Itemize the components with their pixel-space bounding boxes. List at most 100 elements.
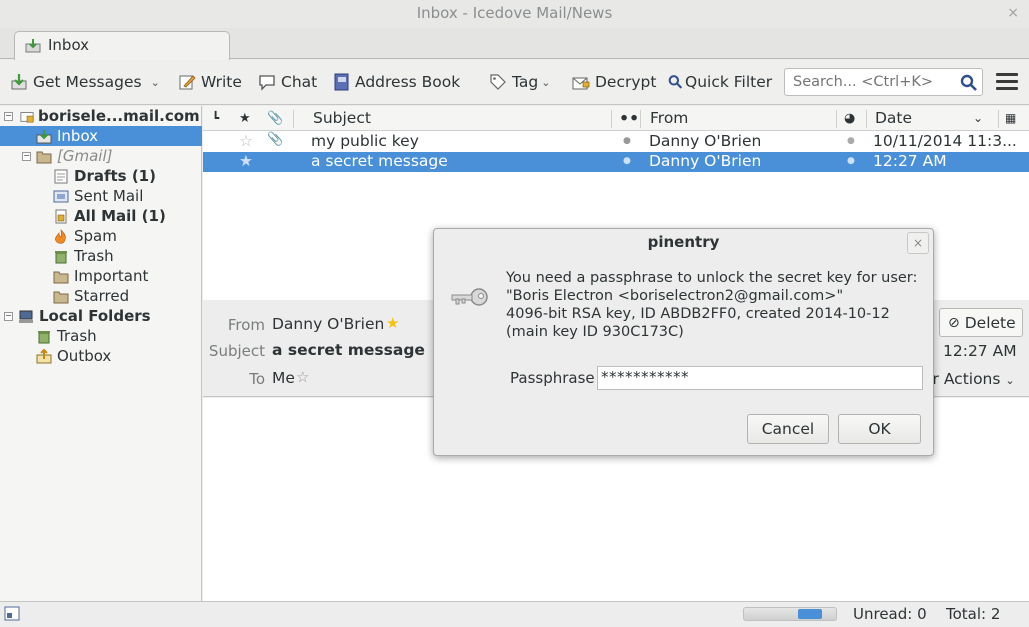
passphrase-value: *********** (601, 368, 689, 386)
no-entry-icon: ⊘ (948, 314, 960, 331)
folder-trash[interactable]: Trash (53, 246, 114, 266)
junk-column-icon[interactable]: ◕ (844, 111, 855, 126)
decrypt-button[interactable]: Decrypt (572, 71, 656, 93)
contact-star-icon[interactable]: ☆ (296, 368, 309, 386)
chat-button[interactable]: Chat (258, 71, 317, 93)
star-toggle-icon[interactable]: ★ (239, 152, 253, 170)
folder-starred[interactable]: Starred (53, 286, 129, 306)
magnifier-icon (668, 75, 683, 89)
trash-icon (55, 250, 67, 263)
folder-icon (36, 151, 52, 163)
dialog-close-button[interactable]: × (907, 232, 929, 254)
folder-important[interactable]: Important (53, 266, 148, 286)
to-value[interactable]: Me (272, 369, 295, 387)
folder-drafts[interactable]: Drafts (1) (53, 166, 156, 186)
folder-sent[interactable]: Sent Mail (53, 186, 143, 206)
app-menu-button[interactable] (996, 73, 1018, 91)
ok-button[interactable]: OK (838, 414, 921, 444)
folder-label: Drafts (1) (74, 167, 156, 185)
collapse-toggle[interactable]: − (22, 152, 31, 161)
spam-flame-icon (55, 228, 66, 244)
passphrase-label: Passphrase (510, 369, 595, 387)
get-messages-button[interactable]: Get Messages ⌄ (10, 71, 160, 93)
other-actions-button[interactable]: er Actions ⌄ (923, 370, 1015, 388)
folder-label: [Gmail] (57, 147, 113, 165)
folder-label: Important (74, 267, 149, 285)
table-row[interactable]: ☆ 📎 my public key ● Danny O'Brien ● 10/1… (203, 132, 1029, 152)
window-close-button[interactable]: × (1007, 5, 1019, 21)
write-icon (179, 75, 196, 90)
subject-label: Subject (208, 342, 265, 360)
collapse-toggle[interactable]: − (4, 312, 13, 321)
get-messages-label: Get Messages (33, 73, 142, 91)
star-column-icon[interactable]: ★ (239, 111, 251, 126)
tag-button[interactable]: Tag ⌄ (489, 71, 550, 93)
from-value[interactable]: Danny O'Brien (272, 315, 384, 333)
folder-spam[interactable]: Spam (53, 226, 117, 246)
folder-label: Starred (74, 287, 130, 305)
folder-icon (53, 271, 69, 283)
dialog-message-line: You need a passphrase to unlock the secr… (506, 270, 918, 286)
tab-inbox[interactable]: Inbox (14, 31, 230, 60)
read-status-icon[interactable]: ● (623, 136, 631, 146)
address-book-label: Address Book (355, 73, 461, 91)
search-field[interactable] (784, 68, 983, 96)
address-book-button[interactable]: Address Book (332, 71, 460, 93)
dialog-title: pinentry (647, 233, 720, 251)
column-date[interactable]: Date (875, 109, 912, 127)
account-gmail[interactable]: borisele...mail.com (20, 106, 200, 126)
account-local-folders[interactable]: Local Folders (18, 306, 151, 326)
title-bar: Inbox - Icedove Mail/News × (0, 0, 1029, 28)
read-column-icon[interactable]: ⚫⚫ (619, 111, 639, 125)
account-lock-icon (20, 111, 34, 122)
tab-label: Inbox (48, 36, 90, 54)
folder-inbox[interactable]: Inbox (0, 126, 202, 146)
delete-button[interactable]: ⊘ Delete (939, 308, 1023, 337)
attachment-column-icon[interactable]: 📎 (267, 111, 283, 126)
quick-filter-button[interactable]: Quick Filter (668, 71, 772, 93)
folder-all-mail[interactable]: All Mail (1) (53, 206, 166, 226)
sent-icon (53, 190, 69, 202)
message-from: Danny O'Brien (649, 152, 762, 170)
thread-column-header: ┗ ★ 📎 Subject ⚫⚫ From ◕ Date ⌄ ▦ (203, 106, 1029, 131)
contact-star-icon[interactable]: ★ (386, 314, 399, 332)
search-input[interactable] (791, 72, 959, 92)
thread-column-icon[interactable]: ┗ (212, 111, 219, 125)
tag-label: Tag (512, 73, 539, 91)
passphrase-input[interactable]: *********** (597, 366, 923, 390)
account-name: Local Folders (39, 307, 151, 325)
progress-bar (743, 607, 837, 621)
sort-chevron-icon: ⌄ (973, 111, 984, 125)
column-picker-icon[interactable]: ▦ (1005, 111, 1016, 125)
from-label: From (227, 316, 265, 334)
junk-status-icon[interactable]: ● (847, 136, 855, 146)
search-icon[interactable] (960, 74, 978, 92)
read-status-icon[interactable]: ● (623, 156, 631, 166)
column-from[interactable]: From (650, 109, 688, 127)
column-subject[interactable]: Subject (313, 109, 371, 127)
message-subject: my public key (311, 132, 419, 150)
folder-pane: − borisele...mail.com Inbox − [Gmail] Dr… (0, 106, 202, 601)
message-time: 12:27 AM (943, 342, 1017, 360)
write-button[interactable]: Write (178, 71, 242, 93)
folder-outbox[interactable]: Outbox (36, 346, 111, 366)
message-date: 10/11/2014 11:3... (873, 132, 1017, 150)
chat-icon (259, 75, 275, 91)
key-icon (451, 288, 488, 306)
activity-icon[interactable] (4, 606, 20, 621)
chevron-down-icon: ⌄ (1005, 374, 1015, 387)
dialog-message-line: 4096-bit RSA key, ID ABDB2FF0, created 2… (506, 306, 890, 322)
cancel-button[interactable]: Cancel (747, 414, 829, 444)
table-row[interactable]: ★ a secret message ● Danny O'Brien ● 12:… (203, 152, 1029, 172)
get-messages-icon (11, 74, 27, 90)
star-toggle-icon[interactable]: ☆ (239, 132, 253, 150)
message-date: 12:27 AM (873, 152, 947, 170)
decrypt-label: Decrypt (595, 73, 657, 91)
folder-local-trash[interactable]: Trash (36, 326, 97, 346)
junk-status-icon[interactable]: ● (847, 156, 855, 166)
chevron-down-icon[interactable]: ⌄ (151, 76, 160, 89)
folder-label: Spam (74, 227, 117, 245)
address-book-icon (334, 73, 349, 91)
collapse-toggle[interactable]: − (4, 112, 13, 121)
folder-gmail[interactable]: [Gmail] (36, 146, 112, 166)
